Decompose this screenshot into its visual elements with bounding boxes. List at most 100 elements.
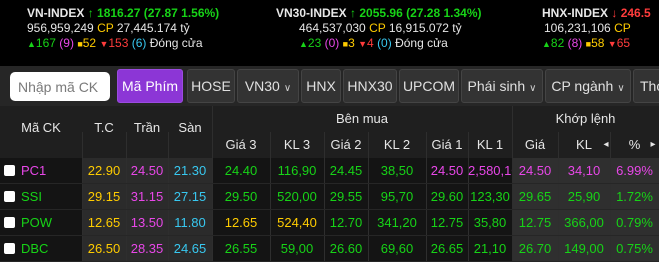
- tab-cp-nganh[interactable]: CP ngành ∨: [545, 69, 631, 103]
- tab-label: HNX30: [347, 78, 393, 94]
- ref-count: 58: [591, 36, 605, 50]
- tab-label: Mã Phím: [121, 78, 178, 94]
- index-hnx[interactable]: HNX-INDEX ↓ 246.5 106,231,106 CP ▲82 (8)…: [542, 6, 659, 52]
- cell-symbol[interactable]: POW: [0, 210, 82, 236]
- column-header-label: %: [628, 137, 641, 152]
- column-header-san[interactable]: Sàn: [168, 115, 212, 141]
- column-header-gia[interactable]: Giá: [512, 132, 558, 158]
- cell-symbol[interactable]: DBC: [0, 236, 82, 262]
- tab-label: VN30: [244, 78, 280, 94]
- ceil-count: (0): [324, 36, 340, 50]
- cell-g1: 12.75: [430, 215, 464, 230]
- group-header-khop-lenh: Khớp lệnh: [555, 111, 616, 126]
- tab-vn30[interactable]: VN30 ∨: [237, 69, 299, 103]
- tab-tho[interactable]: Thỏ: [633, 69, 659, 103]
- cp-label: CP: [614, 21, 631, 35]
- column-header-label: Sàn: [178, 120, 202, 135]
- column-header-label: Mã CK: [21, 120, 61, 135]
- down-triangle-icon: ▼: [607, 39, 617, 49]
- tab-label: UPCOM: [402, 78, 456, 94]
- index-valuation: 27,445.174 tỷ: [116, 21, 190, 35]
- cell-tran: 24.50: [130, 163, 164, 178]
- column-header-tc[interactable]: T.C: [82, 115, 126, 141]
- cell-kl3: 116,90: [277, 163, 317, 178]
- column-header-label: KL 2: [383, 137, 411, 152]
- cell-kl2: 95,70: [380, 189, 414, 204]
- tab-phai-sinh[interactable]: Phái sinh ∨: [461, 69, 543, 103]
- cell-kl2: 69,60: [380, 241, 414, 256]
- column-header-symbol[interactable]: Mã CK: [0, 115, 82, 141]
- cell-g1: 26.65: [430, 241, 464, 256]
- cell-g3: 29.50: [224, 189, 258, 204]
- cell-g2: 24.45: [329, 163, 363, 178]
- cell-pct: 0.79%: [616, 215, 653, 230]
- index-volume: 106,231,106: [544, 21, 611, 35]
- cell-tran: 13.50: [130, 215, 164, 230]
- tab-ma-phim[interactable]: Mã Phím: [117, 69, 183, 103]
- cell-g3: 24.40: [224, 163, 258, 178]
- cell-g3: 12.65: [224, 215, 258, 230]
- cell-g1: 24.50: [430, 163, 464, 178]
- column-header-tran[interactable]: Trần: [126, 115, 168, 141]
- index-vnindex[interactable]: VN-INDEX ↑ 1816.27 (27.87 1.56%) 956,959…: [27, 6, 219, 52]
- column-header-g3[interactable]: Giá 3: [212, 132, 270, 158]
- up-arrow-icon: ↑: [350, 6, 357, 20]
- column-header-kl2[interactable]: KL 2: [368, 132, 426, 158]
- index-name: HNX-INDEX: [542, 6, 609, 20]
- market-status: Đóng cửa: [395, 36, 448, 50]
- column-header-kl1[interactable]: KL 1: [468, 132, 512, 158]
- tab-upcom[interactable]: UPCOM: [399, 69, 459, 103]
- cell-symbol[interactable]: SSI: [0, 184, 82, 210]
- cell-g3: 26.55: [224, 241, 258, 256]
- up-triangle-icon: ▲: [27, 39, 36, 49]
- cell-g2: 26.60: [329, 241, 363, 256]
- cell-g2: 29.55: [329, 189, 363, 204]
- cell-kl2: 341,20: [377, 215, 417, 230]
- column-header-label: Giá 1: [431, 137, 463, 152]
- index-name: VN-INDEX: [27, 6, 85, 20]
- cell-tran: 28.35: [130, 241, 164, 256]
- price-board: Bên mua Khớp lệnh Mã CK T.C Trần Sàn Giá 3 KL 3…: [0, 106, 659, 262]
- index-change: (27.28: [406, 6, 441, 20]
- up-triangle-icon: ▲: [542, 39, 551, 49]
- down-count: 153: [108, 36, 129, 50]
- tab-label: CP ngành: [551, 78, 614, 94]
- down-arrow-icon: ↓: [611, 6, 618, 20]
- column-header-label: KL 3: [283, 137, 311, 152]
- tab-hnx30[interactable]: HNX30: [343, 69, 397, 103]
- group-header-ben-mua: Bên mua: [335, 111, 389, 126]
- chevron-down-icon: ∨: [529, 83, 537, 94]
- cell-g1: 29.60: [430, 189, 464, 204]
- cell-tc: 12.65: [87, 215, 121, 230]
- cell-kl2: 38,50: [380, 163, 414, 178]
- cell-gia: 24.50: [518, 163, 552, 178]
- cell-kl1: 2,580,10: [468, 163, 512, 178]
- cp-label: CP: [97, 21, 114, 35]
- cell-kl: 34,10: [567, 163, 601, 178]
- cell-pct: 0.75%: [616, 241, 653, 256]
- column-header-g1[interactable]: Giá 1: [426, 132, 468, 158]
- scroll-right-icon[interactable]: ▸: [648, 132, 658, 158]
- floor-count: (6): [131, 36, 147, 50]
- tab-hnx[interactable]: HNX: [301, 69, 341, 103]
- index-vn30[interactable]: VN30-INDEX ↑ 2055.96 (27.28 1.34%) 464,5…: [276, 6, 482, 52]
- column-header-kl3[interactable]: KL 3: [270, 132, 324, 158]
- tab-hose[interactable]: HOSE: [187, 69, 235, 103]
- tab-label: HOSE: [191, 78, 231, 94]
- cell-kl: 366,00: [564, 215, 604, 230]
- index-pct: 1.56%): [181, 6, 220, 20]
- tab-label: HNX: [306, 78, 336, 94]
- symbol-search-input[interactable]: [10, 72, 110, 101]
- ref-count: 3: [348, 36, 355, 50]
- column-header-label: Giá 3: [225, 137, 257, 152]
- cell-kl3: 520,00: [277, 189, 317, 204]
- index-change: (27.87: [143, 6, 178, 20]
- column-header-label: T.C: [94, 120, 114, 135]
- cell-san: 11.80: [174, 215, 206, 230]
- tab-label: Phái sinh: [467, 78, 526, 94]
- cell-symbol[interactable]: PC1: [0, 158, 82, 184]
- cell-pct: 6.99%: [616, 163, 653, 178]
- cell-tc: 29.15: [87, 189, 121, 204]
- column-header-g2[interactable]: Giá 2: [324, 132, 368, 158]
- cell-san: 24.65: [173, 241, 207, 256]
